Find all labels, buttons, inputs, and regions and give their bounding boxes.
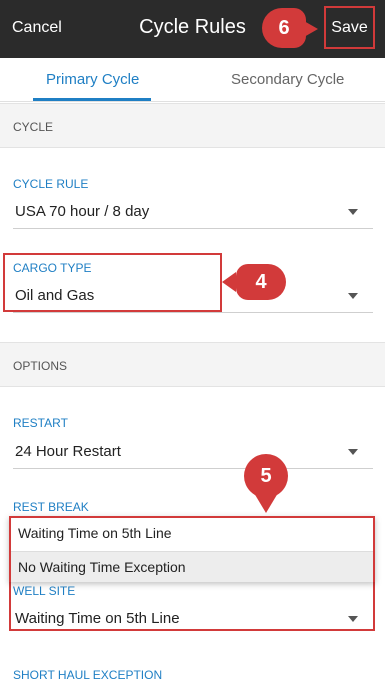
tab-primary-cycle[interactable]: Primary Cycle (46, 71, 139, 88)
callout-pointer-5 (254, 493, 278, 513)
callout-badge-6: 6 (262, 8, 306, 48)
chevron-down-icon[interactable] (348, 209, 358, 215)
section-header-options: OPTIONS (0, 342, 385, 387)
app-header: Cancel Cycle Rules Save (0, 0, 385, 58)
cargo-type-select[interactable]: Oil and Gas (15, 287, 94, 304)
section-title-options: OPTIONS (13, 359, 68, 373)
rest-break-dropdown: Waiting Time on 5th Line No Waiting Time… (9, 516, 375, 582)
section-title-cycle: CYCLE (13, 120, 54, 134)
callout-badge-5: 5 (244, 454, 288, 498)
cargo-type-underline (13, 312, 373, 313)
restart-select[interactable]: 24 Hour Restart (15, 443, 121, 460)
cycle-rule-select[interactable]: USA 70 hour / 8 day (15, 203, 149, 220)
active-tab-indicator (33, 98, 151, 101)
save-button-label: Save (331, 18, 368, 36)
cargo-type-label: CARGO TYPE (13, 261, 92, 275)
callout-badge-4: 4 (236, 264, 286, 300)
callout-5-text: 5 (260, 464, 272, 487)
well-site-highlight (9, 581, 375, 631)
restart-label: RESTART (13, 416, 68, 430)
callout-pointer-4 (222, 272, 236, 292)
dropdown-option[interactable]: Waiting Time on 5th Line (11, 518, 373, 549)
callout-4-text: 4 (255, 270, 267, 293)
cycle-rule-underline (13, 228, 373, 229)
rest-break-label: REST BREAK (13, 500, 89, 514)
cycle-rule-label: CYCLE RULE (13, 177, 89, 191)
chevron-down-icon[interactable] (348, 293, 358, 299)
cycle-tabs: Primary Cycle Secondary Cycle (0, 58, 385, 102)
dropdown-option[interactable]: No Waiting Time Exception (11, 551, 373, 582)
restart-underline (13, 468, 373, 469)
tab-secondary-cycle[interactable]: Secondary Cycle (231, 71, 344, 88)
callout-6-text: 6 (278, 16, 290, 39)
chevron-down-icon[interactable] (348, 449, 358, 455)
short-haul-label: SHORT HAUL EXCEPTION (13, 668, 163, 682)
section-header-cycle: CYCLE (0, 103, 385, 148)
callout-pointer-6 (304, 21, 318, 37)
save-button[interactable]: Save (324, 6, 375, 49)
